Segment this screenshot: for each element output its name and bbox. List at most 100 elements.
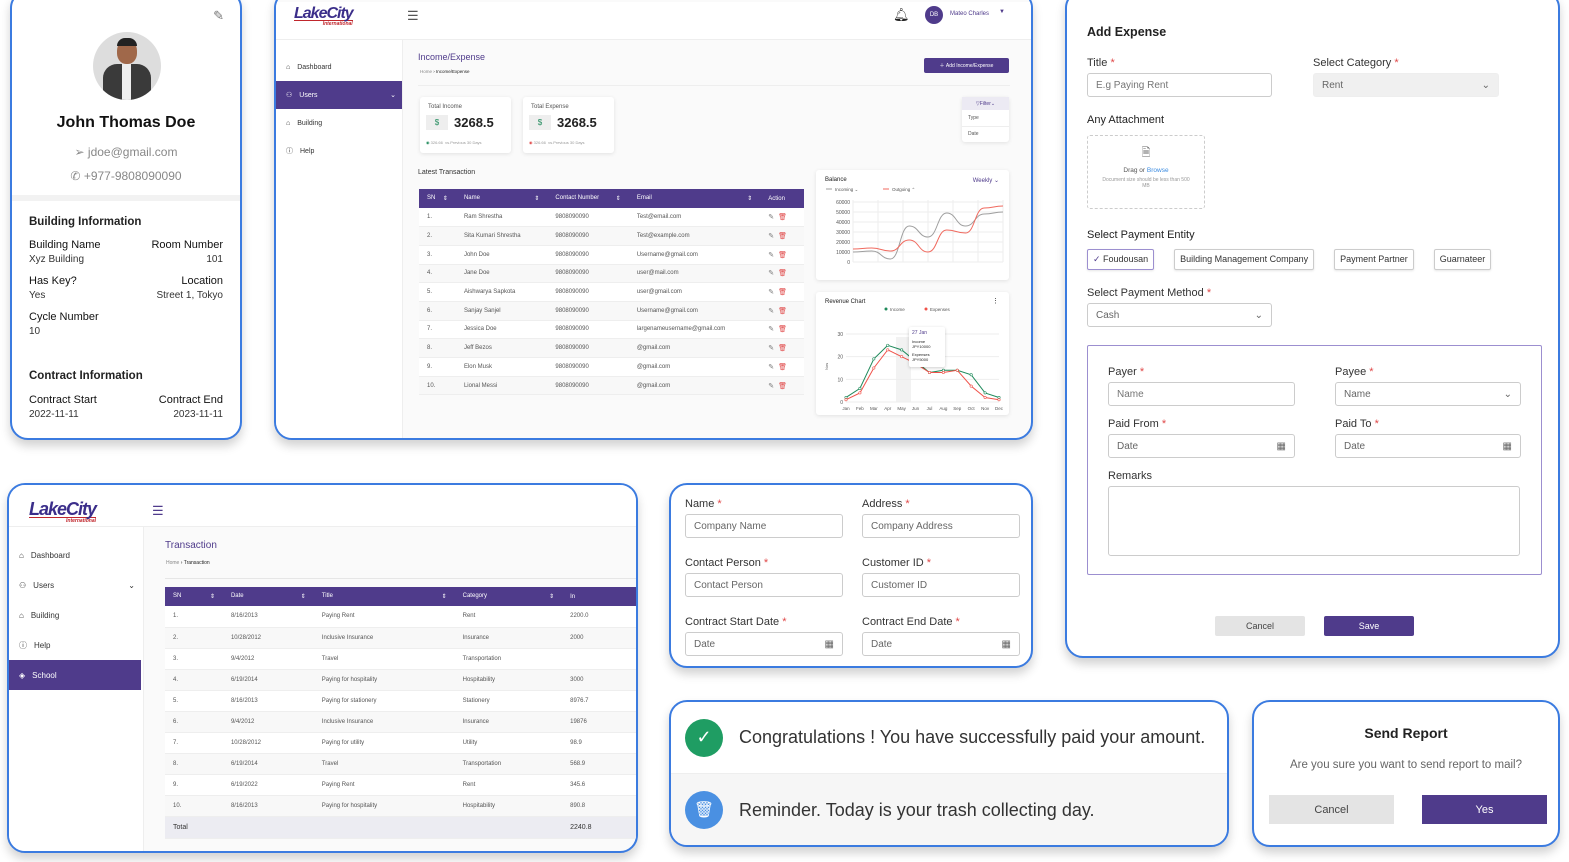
cancel-button[interactable]: Cancel: [1269, 795, 1394, 824]
delete-icon[interactable]: 🗑︎: [778, 270, 787, 277]
delete-icon[interactable]: 🗑︎: [778, 252, 787, 259]
delete-icon[interactable]: 🗑︎: [778, 364, 787, 371]
cancel-button[interactable]: Cancel: [1215, 616, 1305, 636]
table-cell: Elon Musk: [455, 357, 548, 377]
table-cell: 7.: [419, 320, 456, 340]
company-address-input[interactable]: Company Address: [862, 514, 1020, 538]
edit-icon[interactable]: ✎: [768, 364, 774, 371]
bell-icon[interactable]: 🔔︎: [893, 7, 910, 23]
edit-icon[interactable]: ✎: [768, 308, 774, 315]
contact-person-input[interactable]: Contact Person: [685, 573, 843, 597]
payee-select[interactable]: Name ⌄: [1335, 382, 1521, 406]
x-tick-label: Feb: [856, 406, 864, 411]
sidebar-item-school[interactable]: ◈ School: [9, 660, 141, 690]
sidebar-item-help[interactable]: ⓘ Help: [276, 137, 402, 165]
sidebar-item-dashboard[interactable]: ⌂ Dashboard: [9, 540, 141, 570]
edit-icon[interactable]: ✎: [768, 270, 774, 277]
customer-id-input[interactable]: Customer ID: [862, 573, 1020, 597]
add-income-expense-button[interactable]: ＋ Add Income/Expense: [924, 58, 1009, 73]
column-header[interactable]: SN ⇕: [419, 189, 456, 208]
filter-option-type[interactable]: Type: [962, 110, 1009, 127]
entity-option[interactable]: ✓ Foudousan: [1087, 249, 1155, 270]
file-dropzone[interactable]: 🗎︎ Drag or Browse Document size should b…: [1087, 135, 1205, 209]
sidebar: ⌂ Dashboard ⚇ Users ⌄ ⌂ Building ⓘ Help ◈ School: [9, 527, 144, 851]
table-cell: Insurance: [454, 627, 563, 649]
sidebar-item-help[interactable]: ⓘ Help: [9, 630, 141, 660]
caret-down-icon[interactable]: ▼: [999, 9, 1005, 15]
column-header[interactable]: Name ⇕: [455, 189, 548, 208]
latest-transaction-heading: Latest Transaction: [418, 169, 476, 176]
payment-method-select[interactable]: Cash ⌄: [1087, 303, 1272, 327]
paid-from-date[interactable]: Date ▦: [1108, 434, 1295, 458]
column-header[interactable]: In: [562, 587, 636, 606]
avatar[interactable]: DB: [925, 6, 943, 24]
check-icon: ✓: [1093, 254, 1104, 264]
edit-icon[interactable]: ✎: [768, 233, 774, 240]
table-cell: 9808090090: [547, 301, 629, 321]
chevron-down-icon: ⌄: [1254, 309, 1263, 321]
save-button[interactable]: Save: [1324, 616, 1414, 636]
contract-end-date[interactable]: Date ▦: [862, 632, 1020, 656]
help-icon: ⓘ: [286, 148, 293, 155]
title-input[interactable]: [1087, 73, 1272, 97]
edit-icon[interactable]: ✎: [213, 8, 224, 24]
delete-icon[interactable]: 🗑︎: [778, 214, 787, 221]
paid-to-date[interactable]: Date ▦: [1335, 434, 1521, 458]
menu-icon[interactable]: ☰: [152, 503, 164, 519]
delete-icon[interactable]: 🗑︎: [778, 326, 787, 333]
delete-icon[interactable]: 🗑︎: [778, 289, 787, 296]
sidebar-item-building[interactable]: ⌂ Building: [9, 600, 141, 630]
edit-icon[interactable]: ✎: [768, 345, 774, 352]
delete-icon[interactable]: 🗑︎: [778, 233, 787, 240]
entity-option[interactable]: Guarnateer: [1433, 249, 1492, 270]
browse-link[interactable]: Browse: [1147, 167, 1169, 174]
delete-icon[interactable]: 🗑︎: [778, 308, 787, 315]
column-header[interactable]: Action: [760, 189, 804, 208]
sidebar-item-users[interactable]: ⚇ Users ⌄: [9, 570, 141, 600]
entity-option[interactable]: Payment Partner: [1334, 249, 1414, 270]
filter-dropdown[interactable]: ▽ Filter ⌄ Type Date: [962, 97, 1009, 142]
column-header[interactable]: Date ⇕: [222, 587, 314, 606]
filter-option-date[interactable]: Date: [962, 127, 1009, 141]
delete-icon[interactable]: 🗑︎: [778, 345, 787, 352]
delete-icon[interactable]: 🗑︎: [778, 383, 787, 390]
table-cell: 9808090090: [547, 264, 629, 284]
data-point: [969, 384, 973, 388]
placeholder-text: Customer ID: [871, 579, 928, 591]
legend-label: Income: [890, 307, 905, 312]
edit-icon[interactable]: ✎: [768, 289, 774, 296]
edit-icon[interactable]: ✎: [768, 214, 774, 221]
sidebar-item-building[interactable]: ⌂ Building: [276, 109, 402, 137]
sidebar-item-dashboard[interactable]: ⌂ Dashboard: [276, 53, 402, 81]
table-cell: 5.: [419, 282, 456, 302]
menu-icon[interactable]: ☰: [407, 8, 419, 24]
sidebar-item-users[interactable]: ⚇ Users ⌄: [276, 81, 402, 109]
column-header[interactable]: Title ⇕: [313, 587, 455, 606]
column-header[interactable]: Category ⇕: [454, 587, 563, 606]
table-row: 6. 9/4/2012 Inclusive Insurance Insurance 19…: [165, 711, 636, 733]
table-cell: 1.: [419, 208, 456, 228]
yes-button[interactable]: Yes: [1422, 795, 1547, 824]
category-select[interactable]: Rent ⌄: [1313, 73, 1499, 97]
column-header[interactable]: SN ⇕: [165, 587, 223, 606]
user-name[interactable]: Mateo Charles: [950, 11, 989, 17]
data-point: [983, 395, 987, 399]
column-header[interactable]: Email ⇕: [628, 189, 761, 208]
payer-input[interactable]: [1108, 382, 1295, 406]
dollar-icon: $: [426, 115, 448, 130]
edit-icon[interactable]: ✎: [768, 383, 774, 390]
entity-option[interactable]: Building Management Company: [1174, 249, 1315, 270]
table-cell: Transportation: [454, 648, 563, 670]
calendar-icon: ▦: [1502, 440, 1512, 452]
edit-icon[interactable]: ✎: [768, 252, 774, 259]
table-cell: 9808090090: [547, 320, 629, 340]
contract-start-date[interactable]: Date ▦: [685, 632, 843, 656]
edit-icon[interactable]: ✎: [768, 326, 774, 333]
profile-field: Cycle Number 10: [29, 311, 99, 337]
column-header[interactable]: Contact Number ⇕: [547, 189, 629, 208]
y-tick-label: 20: [837, 355, 843, 361]
remarks-textarea[interactable]: [1108, 486, 1520, 556]
company-name-input[interactable]: Company Name: [685, 514, 843, 538]
data-point: [900, 348, 904, 352]
building-icon: ⌂: [19, 610, 24, 620]
